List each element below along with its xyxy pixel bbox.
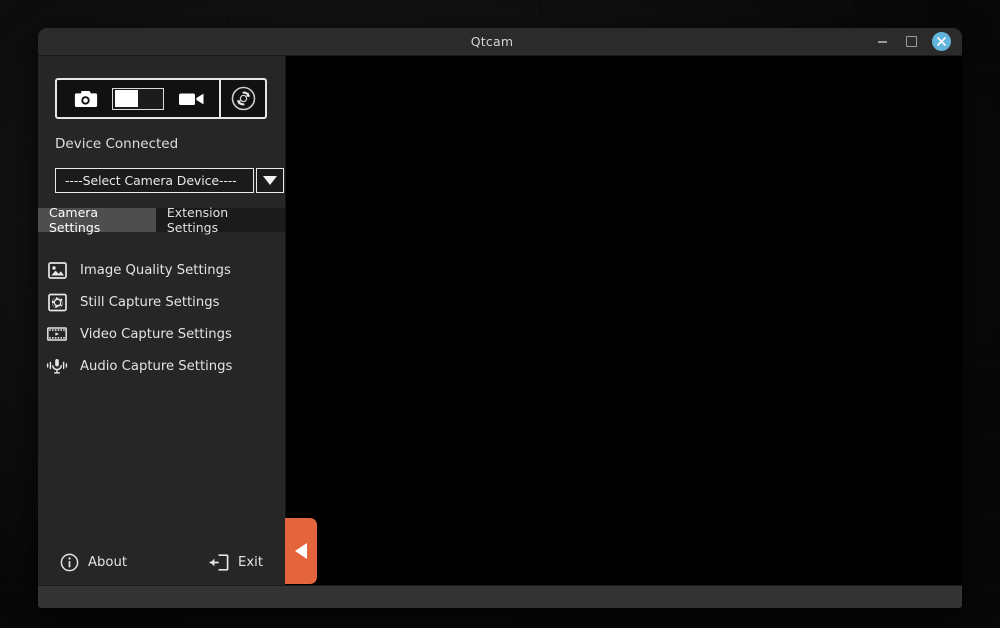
sidebar-item-audio-capture-settings[interactable]: Audio Capture Settings [38,350,285,382]
status-bar [38,585,962,608]
sidebar-inner: Device Connected ----Select Camera Devic… [38,56,285,585]
sidebar-item-label: Still Capture Settings [80,295,219,310]
image-icon [46,259,68,281]
sidebar-item-label: Image Quality Settings [80,263,231,278]
about-button[interactable]: About [60,553,127,572]
sidebar-item-image-quality-settings[interactable]: Image Quality Settings [38,254,285,286]
capture-mode-toggle[interactable] [112,88,164,110]
video-capture-button[interactable] [174,80,208,117]
qtcam-window: Qtcam [38,28,962,608]
refresh-icon [230,85,257,112]
sidebar-item-label: Video Capture Settings [80,327,232,342]
caret-left-icon [295,543,307,559]
sidebar-item-still-capture-settings[interactable]: Still Capture Settings [38,286,285,318]
still-capture-button[interactable] [68,80,102,117]
film-strip-icon [46,323,68,345]
exit-button[interactable]: Exit [209,553,263,572]
tab-extension-settings[interactable]: Extension Settings [156,208,285,232]
sidebar-collapse-handle[interactable] [285,518,317,584]
capture-toolbar-controls [57,80,219,117]
window-controls [874,32,962,51]
settings-list: Image Quality Settings Still Capture Set… [38,254,285,382]
video-preview-area[interactable] [286,56,962,585]
settings-sidebar: Device Connected ----Select Camera Devic… [38,56,286,585]
sidebar-item-video-capture-settings[interactable]: Video Capture Settings [38,318,285,350]
window-body: Device Connected ----Select Camera Devic… [38,56,962,585]
toggle-knob [115,90,138,107]
tab-camera-settings[interactable]: Camera Settings [38,208,156,232]
microphone-icon [46,355,68,377]
chevron-down-icon [263,176,277,185]
maximize-button[interactable] [903,34,919,50]
video-camera-icon [178,90,205,108]
close-icon [936,36,947,47]
camera-device-select-arrow[interactable] [256,168,284,193]
sidebar-spacer [38,382,285,539]
title-bar[interactable]: Qtcam [38,28,962,56]
device-select-row: ----Select Camera Device---- [55,168,284,193]
exit-label: Exit [238,555,263,570]
capture-toolbar [55,78,267,119]
aperture-icon [46,291,68,313]
camera-icon [73,89,98,109]
minimize-icon [878,41,887,43]
sidebar-item-label: Audio Capture Settings [80,359,232,374]
exit-icon [209,553,229,572]
window-title: Qtcam [38,34,874,49]
sidebar-bottom-bar: About Exit [38,539,285,585]
camera-device-select[interactable]: ----Select Camera Device---- [55,168,254,193]
device-status-label: Device Connected [55,136,285,152]
maximize-icon [906,36,917,47]
minimize-button[interactable] [874,34,890,50]
refresh-device-button[interactable] [219,80,265,117]
settings-tabs: Camera Settings Extension Settings [38,208,285,232]
info-icon [60,553,79,572]
about-label: About [88,555,127,570]
close-button[interactable] [932,32,951,51]
